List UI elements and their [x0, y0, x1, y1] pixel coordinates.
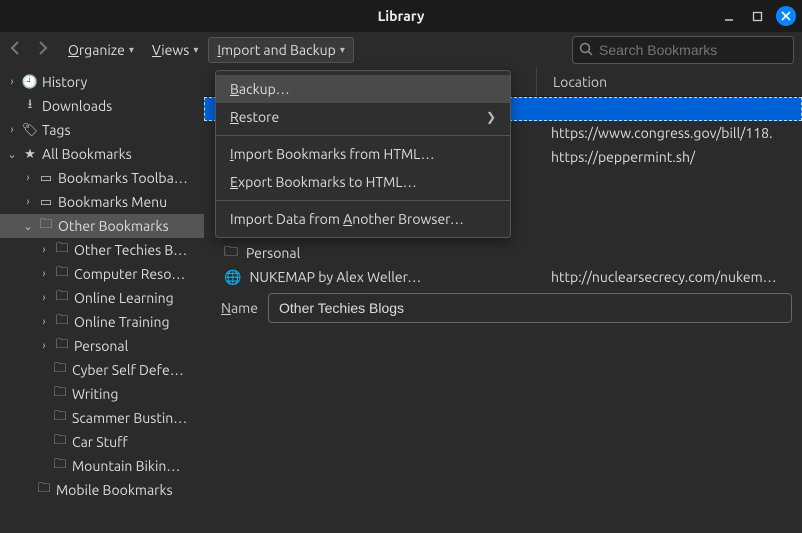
chevron-down-icon: ▾	[129, 44, 134, 56]
menu-import-browser[interactable]: Import Data from Another Browser…	[216, 205, 510, 233]
tag-icon: 🏷	[22, 123, 38, 138]
close-button[interactable]	[776, 6, 796, 26]
column-location-header[interactable]: Location	[537, 74, 802, 90]
tree-online-learning[interactable]: ›🗀Online Learning	[0, 286, 204, 310]
chevron-down-icon: ▾	[340, 44, 345, 56]
minimize-button[interactable]	[720, 7, 738, 25]
library-window: Library Organize▾ Views▾	[0, 0, 802, 533]
folder-icon: 🗀	[52, 359, 68, 381]
folder-icon: 🗀	[54, 287, 70, 309]
tree-history[interactable]: ›🕘History	[0, 70, 204, 94]
list-row[interactable]: 🗀Personal	[204, 241, 802, 265]
folder-icon: ▭	[38, 195, 54, 210]
list-row[interactable]: 🌐NUKEMAP by Alex Weller… http://nuclears…	[204, 265, 802, 289]
toolbar: Organize▾ Views▾ Import and Backup▾	[0, 32, 802, 68]
menu-restore[interactable]: Restore❯	[216, 103, 510, 131]
window-title: Library	[0, 8, 802, 24]
tree-writing[interactable]: 🗀Writing	[0, 382, 204, 406]
menu-import-html[interactable]: Import Bookmarks from HTML…	[216, 140, 510, 168]
star-icon: ★	[22, 147, 38, 162]
back-button[interactable]	[6, 40, 26, 60]
folder-icon: 🗀	[52, 383, 68, 405]
folder-icon: 🗀	[54, 311, 70, 333]
menu-separator	[216, 200, 510, 201]
menu-backup[interactable]: Backup…	[216, 75, 510, 103]
tree-downloads[interactable]: ⭳Downloads	[0, 94, 204, 118]
folder-icon: 🗀	[54, 335, 70, 357]
folder-icon: 🗀	[52, 407, 68, 429]
tree-personal[interactable]: ›🗀Personal	[0, 334, 204, 358]
tree-other-techies[interactable]: ›🗀Other Techies B…	[0, 238, 204, 262]
search-box[interactable]	[572, 36, 794, 64]
sidebar-tree[interactable]: ›🕘History ⭳Downloads ›🏷Tags ⌄★All Bookma…	[0, 68, 204, 533]
tree-online-training[interactable]: ›🗀Online Training	[0, 310, 204, 334]
tree-computer-resources[interactable]: ›🗀Computer Reso…	[0, 262, 204, 286]
tree-cyber-self-defense[interactable]: 🗀Cyber Self Defe…	[0, 358, 204, 382]
import-backup-dropdown: Backup… Restore❯ Import Bookmarks from H…	[215, 70, 511, 238]
folder-icon: 🗀	[52, 455, 68, 477]
tree-mountain-biking[interactable]: 🗀Mountain Bikin…	[0, 454, 204, 478]
forward-button[interactable]	[32, 40, 52, 60]
tree-tags[interactable]: ›🏷Tags	[0, 118, 204, 142]
tree-car-stuff[interactable]: 🗀Car Stuff	[0, 430, 204, 454]
menu-export-html[interactable]: Export Bookmarks to HTML…	[216, 168, 510, 196]
organize-menu-button[interactable]: Organize▾	[60, 38, 142, 62]
tree-all-bookmarks[interactable]: ⌄★All Bookmarks	[0, 142, 204, 166]
views-menu-button[interactable]: Views▾	[144, 38, 206, 62]
details-panel: Name	[204, 289, 802, 327]
nav-arrows	[6, 40, 52, 60]
folder-icon: ▭	[38, 171, 54, 186]
download-icon: ⭳	[22, 95, 38, 117]
window-controls	[720, 6, 796, 26]
globe-icon: 🌐	[224, 269, 241, 286]
search-icon	[579, 42, 593, 59]
tree-scammer-busting[interactable]: 🗀Scammer Bustin…	[0, 406, 204, 430]
details-name-input[interactable]	[268, 293, 792, 323]
folder-icon: 🗀	[52, 431, 68, 453]
details-name-label: Name	[214, 300, 258, 316]
tree-mobile-bookmarks[interactable]: 🗀Mobile Bookmarks	[0, 478, 204, 502]
search-input[interactable]	[599, 42, 787, 58]
titlebar: Library	[0, 0, 802, 32]
tree-other-bookmarks[interactable]: ⌄🗀Other Bookmarks	[0, 214, 204, 238]
import-backup-menu-button[interactable]: Import and Backup▾	[208, 37, 354, 63]
clock-icon: 🕘	[22, 75, 38, 90]
folder-icon: 🗀	[54, 263, 70, 285]
folder-icon: 🗀	[54, 239, 70, 261]
folder-icon: 🗀	[36, 479, 52, 501]
tree-bookmarks-toolbar[interactable]: ›▭Bookmarks Toolba…	[0, 166, 204, 190]
chevron-right-icon: ❯	[486, 110, 496, 124]
folder-icon: 🗀	[224, 241, 238, 265]
chevron-down-icon: ▾	[193, 44, 198, 56]
tree-bookmarks-menu[interactable]: ›▭Bookmarks Menu	[0, 190, 204, 214]
maximize-button[interactable]	[748, 7, 766, 25]
folder-icon: 🗀	[38, 215, 54, 237]
menu-separator	[216, 135, 510, 136]
